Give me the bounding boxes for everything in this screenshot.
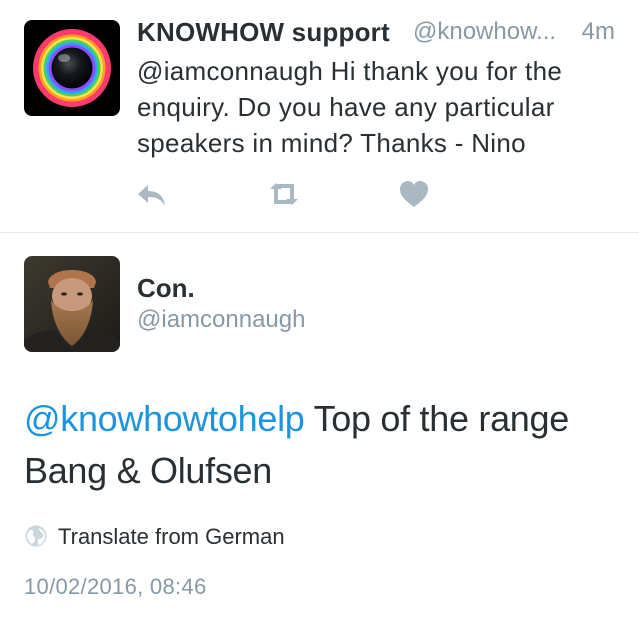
- retweet-icon: [270, 183, 298, 205]
- reply-handle[interactable]: @knowhow...: [413, 18, 556, 46]
- like-button[interactable]: [396, 176, 432, 212]
- tweet-timestamp: 10/02/2016, 08:46: [24, 574, 207, 599]
- retweet-button[interactable]: [266, 176, 302, 212]
- user-display-name[interactable]: Con.: [137, 273, 195, 304]
- translate-label[interactable]: Translate from German: [58, 524, 285, 550]
- user-avatar[interactable]: [24, 256, 120, 352]
- reply-header: KNOWHOW support @knowhow... 4m: [137, 17, 615, 51]
- reply-text: @iamconnaugh Hi thank you for the enquir…: [137, 56, 563, 158]
- knowhow-avatar[interactable]: [24, 20, 120, 116]
- camera-lens-logo-icon: [24, 20, 120, 116]
- reply-tweet[interactable]: KNOWHOW support @knowhow... 4m @iamconna…: [0, 0, 639, 233]
- reply-arrow-icon: [138, 185, 165, 206]
- mention-link[interactable]: @knowhowtohelp: [24, 398, 305, 439]
- reply-button[interactable]: [134, 176, 170, 212]
- bearded-man-photo-icon: [24, 256, 120, 352]
- globe-icon: [25, 525, 47, 547]
- reply-display-name[interactable]: KNOWHOW support: [137, 17, 390, 48]
- reply-time: 4m: [581, 18, 615, 45]
- user-handle[interactable]: @iamconnaugh: [137, 306, 305, 334]
- tweet-body: @knowhowtohelp Top of the range Bang & O…: [24, 393, 624, 497]
- heart-icon: [400, 181, 428, 207]
